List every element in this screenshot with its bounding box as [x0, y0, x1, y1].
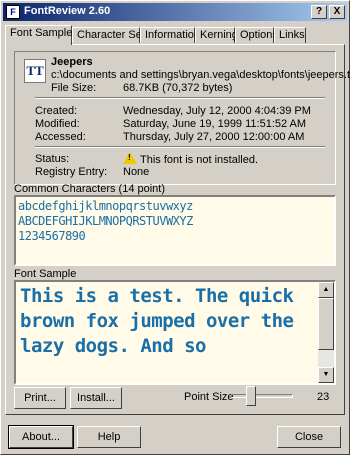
digit-characters: 1234567890	[18, 229, 86, 243]
font-path: c:\documents and settings\bryan.vega\des…	[51, 69, 350, 81]
help-title-button[interactable]: ?	[311, 5, 327, 19]
help-button[interactable]: Help	[77, 426, 141, 448]
point-size-slider-thumb[interactable]	[246, 386, 256, 406]
about-button[interactable]: About...	[8, 425, 74, 449]
font-sample-panel: TT Jeepers c:\documents and settings\bry…	[5, 44, 350, 415]
separator	[35, 146, 325, 148]
font-sample-label: Font Sample	[14, 268, 77, 280]
common-characters-label: Common Characters (14 point)	[14, 183, 166, 195]
modified-value: Saturday, June 19, 1999 11:51:52 AM	[123, 118, 307, 130]
fontreview-window: F FontReview 2.60 ? X Font Sample Charac…	[0, 0, 350, 455]
title-bar[interactable]: F FontReview 2.60 ? X	[3, 3, 347, 21]
tab-kerning[interactable]: Kerning	[195, 27, 238, 43]
lowercase-characters: abcdefghijklmnopqrstuvwxyz	[18, 199, 193, 213]
file-size-label: File Size:	[51, 82, 97, 94]
close-button[interactable]: Close	[277, 426, 341, 448]
status-label: Status:	[35, 153, 70, 165]
status-value: ! This font is not installed.	[123, 152, 258, 166]
tab-strip: Font Sample Character Set Information Ke…	[5, 25, 347, 45]
tab-options[interactable]: Options	[235, 27, 278, 43]
created-label: Created:	[35, 105, 78, 117]
tab-links[interactable]: Links	[274, 27, 306, 43]
point-size-label: Point Size	[184, 391, 234, 403]
accessed-label: Accessed:	[35, 131, 86, 143]
point-size-slider-track[interactable]	[231, 394, 293, 398]
common-characters-box: abcdefghijklmnopqrstuvwxyz ABCDEFGHIJKLM…	[14, 195, 336, 266]
tab-character-set[interactable]: Character Set	[72, 27, 145, 43]
registry-label: Registry Entry:	[35, 166, 108, 178]
font-name: Jeepers	[51, 56, 93, 68]
file-size-value: 68.7KB (70,372 bytes)	[123, 82, 233, 94]
tab-font-sample[interactable]: Font Sample	[5, 25, 72, 45]
scroll-up-arrow-icon[interactable]: ▲	[318, 282, 334, 298]
scroll-thumb[interactable]	[318, 298, 334, 350]
sample-scrollbar[interactable]: ▲ ▼	[318, 282, 334, 383]
point-size-value: 23	[317, 391, 330, 403]
uppercase-characters: ABCDEFGHIJKLMNOPQRSTUVWXYZ	[18, 214, 193, 228]
scroll-down-arrow-icon[interactable]: ▼	[318, 367, 334, 383]
tab-information[interactable]: Information	[140, 27, 200, 43]
print-button[interactable]: Print...	[14, 387, 66, 409]
accessed-value: Thursday, July 27, 2000 12:00:00 AM	[123, 131, 305, 143]
modified-label: Modified:	[35, 118, 80, 130]
font-sample-text: This is a test. The quick brown fox jump…	[20, 285, 294, 357]
close-title-button[interactable]: X	[329, 5, 345, 19]
created-value: Wednesday, July 12, 2000 4:04:39 PM	[123, 105, 311, 117]
truetype-font-icon: TT	[24, 59, 46, 83]
font-sample-box[interactable]: This is a test. The quick brown fox jump…	[14, 280, 336, 385]
separator	[35, 97, 325, 99]
window-title: FontReview 2.60	[24, 5, 111, 17]
install-button[interactable]: Install...	[70, 387, 122, 409]
warning-icon: !	[123, 152, 137, 164]
font-info-box: TT Jeepers c:\documents and settings\bry…	[14, 51, 350, 185]
registry-value: None	[123, 166, 150, 178]
app-icon: F	[6, 5, 20, 19]
